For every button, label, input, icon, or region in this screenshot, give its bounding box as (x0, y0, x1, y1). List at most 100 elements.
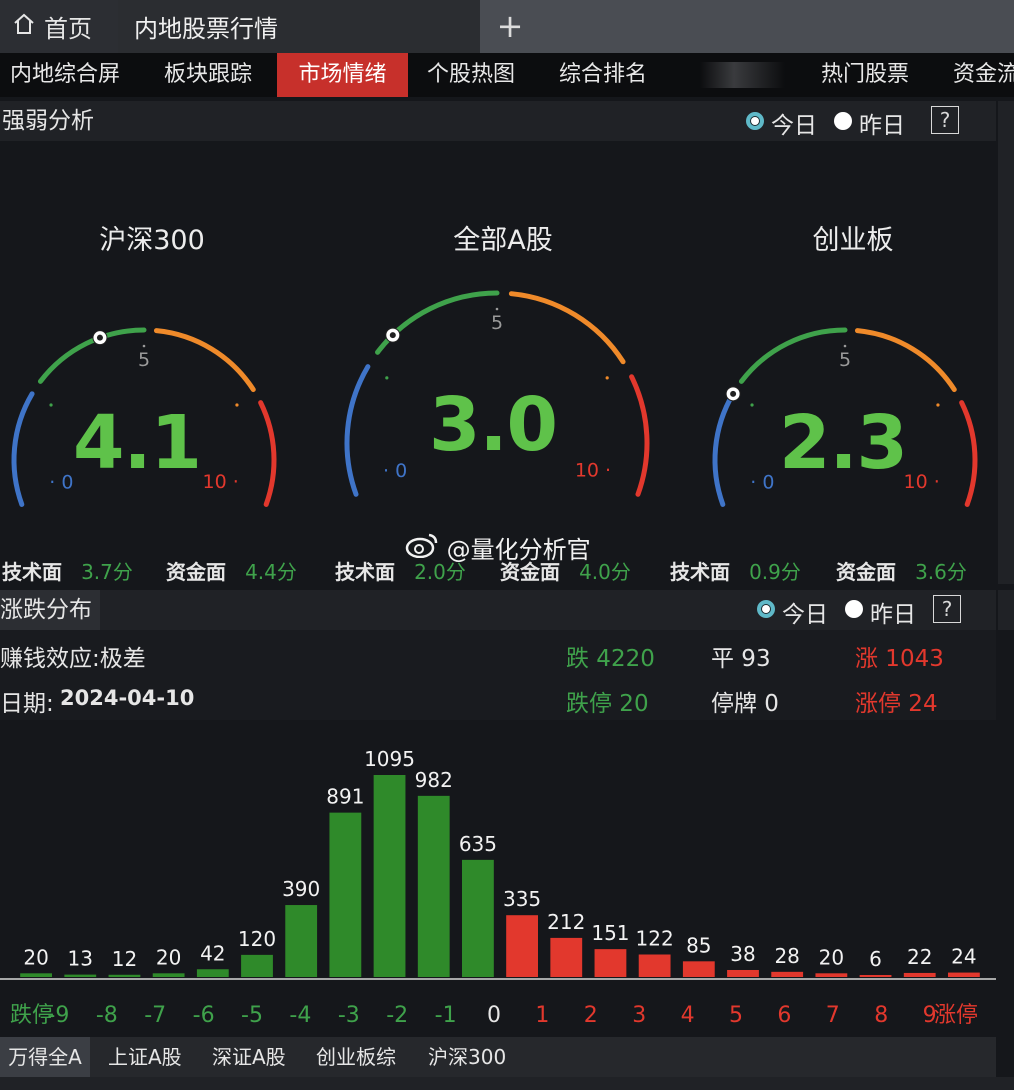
gauge-arc-red (629, 374, 650, 497)
chart-data-label: 6 (869, 947, 882, 971)
gauge-arc-orange (153, 328, 256, 393)
nav-item-sector[interactable]: 板块跟踪 (164, 53, 252, 97)
chart-data-label: 335 (503, 887, 541, 911)
chart-tick-label: 5 (729, 1003, 743, 1028)
nav-item-sentiment[interactable]: 市场情绪 (277, 53, 408, 97)
weibo-icon (405, 533, 447, 564)
strength-today-radio[interactable] (746, 112, 764, 130)
chart-data-label: 24 (951, 945, 976, 969)
chart-data-label: 85 (686, 933, 711, 957)
strength-yesterday-label[interactable]: 昨日 (859, 106, 905, 140)
gauge-mid-label: 5 (491, 312, 503, 334)
gauge-value-all-a: 3.0 (428, 382, 558, 468)
gauge-arc-orange (508, 291, 626, 365)
limit-up-count: 涨停 24 (855, 691, 938, 717)
chart-data-label: 635 (459, 832, 497, 856)
chart-data-label: 22 (907, 945, 932, 969)
chart-tick-label: 1 (535, 1003, 549, 1028)
tab-market[interactable]: 内地股票行情 (118, 0, 480, 53)
distribution-help-button[interactable]: ? (933, 595, 961, 623)
gauge-value-hs300: 4.1 (72, 400, 202, 486)
strength-yesterday-radio[interactable] (834, 112, 852, 130)
date-value: 2024-04-10 (60, 686, 195, 710)
gauge-arc-green (375, 290, 500, 355)
footer-strip (0, 1077, 1014, 1090)
chart-bar (506, 915, 538, 977)
nav-item-heatmap[interactable]: 个股热图 (427, 53, 515, 97)
index-tab-sh-a[interactable]: 上证A股 (108, 1037, 182, 1077)
chart-bar (64, 974, 97, 977)
gauge-tick-dot (843, 344, 847, 348)
tab-home[interactable]: 首页 (0, 0, 118, 53)
chart-bar (682, 961, 715, 977)
nav-item-ranking[interactable]: 综合排名 (559, 53, 647, 97)
chart-tick-label: 7 (826, 1003, 840, 1028)
gauge-mid-label: 5 (138, 349, 150, 371)
gauge-arc-green (738, 327, 848, 384)
gauge-value-chinext: 2.3 (778, 400, 908, 486)
gauge-area: 5· 0 10 ·5· 0 10 ·5· 0 10 · (11, 290, 978, 507)
distribution-today-label[interactable]: 今日 (782, 595, 828, 629)
nav-item-hot-stocks[interactable]: 热门股票 (821, 53, 909, 97)
chart-data-label: 120 (238, 927, 276, 951)
chart-bar (815, 973, 848, 977)
gauge-mid-label: 5 (839, 349, 851, 371)
chart-bar (859, 975, 892, 977)
chart-tick-label: 8 (874, 1003, 888, 1028)
chinext-tech-label: 技术面 (670, 560, 730, 584)
chart-data-label: 982 (415, 768, 453, 792)
index-tab-hs300[interactable]: 沪深300 (428, 1037, 506, 1077)
index-tab-wind-a[interactable]: 万得全A (0, 1037, 90, 1077)
gauge-title-all-a: 全部A股 (453, 225, 553, 256)
strength-help-button[interactable]: ? (931, 106, 959, 134)
chart-tick-label: -9 (47, 1003, 69, 1028)
strength-today-label[interactable]: 今日 (771, 106, 817, 140)
index-tab-chinext[interactable]: 创业板综 (316, 1037, 396, 1077)
gauge-tick-dot (385, 376, 389, 380)
distribution-chart: 20 13 12 20 421203908911095982635335212 151 12… (0, 747, 996, 1028)
chart-tick-label: -5 (241, 1003, 263, 1028)
gauge-arc-red (258, 400, 277, 507)
chart-bar (638, 954, 671, 977)
chart-data-label: 151 (591, 921, 629, 945)
limit-down-count: 跌停 20 (566, 691, 649, 717)
new-tab-button[interactable]: + (494, 8, 526, 44)
watermark: @量化分析官 (405, 530, 591, 565)
index-tab-sz-a[interactable]: 深证A股 (212, 1037, 286, 1077)
chinext-tech: 技术面 0.9分 (670, 556, 801, 585)
gauge-title-hs300: 沪深300 (99, 225, 205, 256)
hs300-tech: 技术面 3.7分 (2, 556, 133, 585)
chart-tick-label: 2 (584, 1003, 598, 1028)
distribution-yesterday-label[interactable]: 昨日 (870, 595, 916, 629)
chart-data-label: 891 (326, 785, 364, 809)
distribution-today-radio[interactable] (757, 600, 775, 618)
date-label: 日期: (0, 691, 54, 717)
tab-home-label: 首页 (44, 15, 92, 43)
chart-tick-label: 3 (632, 1003, 646, 1028)
nav-item-fund-flow[interactable]: 资金流 (953, 53, 1014, 97)
chart-tick-label: -3 (338, 1003, 360, 1028)
chart-bar (594, 949, 627, 977)
nav-item-obscured[interactable] (700, 62, 785, 88)
gauge-arc-red (959, 400, 978, 507)
chart-data-label: 38 (730, 942, 755, 966)
distribution-yesterday-radio[interactable] (845, 600, 863, 618)
gauge-arc-blue (712, 391, 736, 507)
chart-data-label: 28 (774, 944, 799, 968)
right-panel-edge-2 (998, 590, 1014, 630)
nav-item-overview[interactable]: 内地综合屏 (10, 53, 120, 97)
right-panel-edge (998, 101, 1014, 584)
hs300-fund-label: 资金面 (166, 560, 226, 584)
down-count: 跌 4220 (566, 646, 655, 672)
chart-bar (462, 859, 494, 977)
profit-effect: 赚钱效应:极差 (0, 646, 146, 672)
chart-bar (285, 905, 318, 977)
chart-data-label: 212 (547, 910, 585, 934)
flat-count: 平 93 (711, 646, 771, 672)
gauge-marker-center (389, 332, 396, 339)
gauge-arc-green (37, 327, 147, 384)
chart-bar (329, 812, 362, 977)
strength-title: 强弱分析 (2, 108, 94, 134)
chart-bar (948, 972, 980, 977)
chart-data-label: 42 (200, 941, 225, 965)
